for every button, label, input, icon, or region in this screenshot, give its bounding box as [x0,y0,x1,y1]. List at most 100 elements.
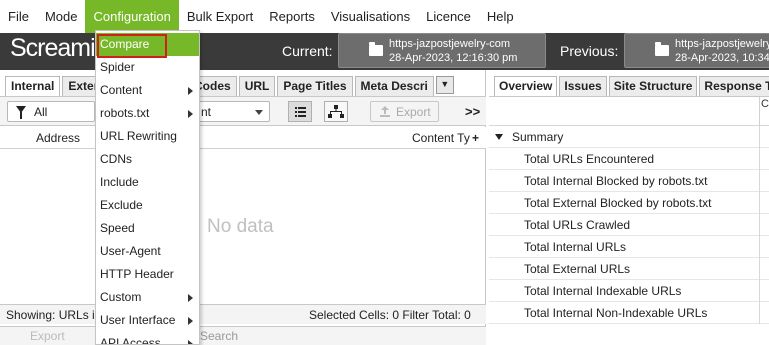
folder-icon [655,42,669,56]
no-data-message: No data [207,216,274,237]
column-divider [759,148,760,170]
menu-item-user-interface[interactable]: User Interface [96,309,199,332]
menu-item-cdns[interactable]: CDNs [96,148,199,171]
menu-bulk-export[interactable]: Bulk Export [179,0,261,33]
menu-item-content[interactable]: Content [96,79,199,102]
right-pane: Overview Issues Site Structure Response … [489,70,769,345]
menu-bar: File Mode Configuration Bulk Export Repo… [0,0,769,33]
tab-response-times[interactable]: Response Tim [699,76,769,96]
left-bottom-bar: Export Search [0,326,486,345]
bottom-search-input[interactable]: Search [200,329,238,343]
export-button[interactable]: Export [370,101,439,122]
menu-item-url-rewriting[interactable]: URL Rewriting [96,125,199,148]
menu-item-user-agent[interactable]: User-Agent [96,240,199,263]
overview-row[interactable]: Total URLs Encountered [489,148,769,170]
previous-crawl-button[interactable]: https-jazpostjewelry-c 28-Apr-2023, 10:3… [624,33,769,68]
add-column-icon[interactable]: + [472,131,479,145]
submenu-arrow-icon [188,317,193,325]
current-crawl-button[interactable]: https-jazpostjewelry-com 28-Apr-2023, 12… [338,33,546,68]
submenu-arrow-icon [188,110,193,118]
overview-group-summary[interactable]: Summary [489,126,769,148]
submenu-arrow-icon [188,340,193,344]
tab-site-structure[interactable]: Site Structure [608,76,698,96]
collapse-arrow-icon [495,134,503,140]
tab-overview[interactable]: Overview [494,76,558,96]
tab-internal[interactable]: Internal [5,76,61,96]
menu-reports[interactable]: Reports [261,0,323,33]
menu-item-label: Include [100,175,139,189]
menu-item-label: Compare [100,37,150,51]
left-pane: Internal Exter ponse Codes URL Page Titl… [0,70,486,345]
menu-item-label: Content [100,83,143,97]
menu-licence[interactable]: Licence [418,0,479,33]
status-showing: Showing: URLs in [6,308,102,322]
list-view-button[interactable] [288,101,312,122]
view-select-value: nt [201,105,212,119]
right-column-fragment: C [759,97,769,127]
overview-row[interactable]: Total Internal Blocked by robots.txt [489,170,769,192]
menu-help[interactable]: Help [479,0,522,33]
overview-row[interactable]: Total Internal URLs [489,236,769,258]
submenu-arrow-icon [188,87,193,95]
overview-row[interactable]: Total External Blocked by robots.txt [489,192,769,214]
tabs-overflow-dropdown[interactable]: ▼ [435,76,454,94]
tab-url[interactable]: URL [238,76,276,96]
tab-external[interactable]: Exter [62,76,99,96]
left-tabs: Internal Exter ponse Codes URL Page Titl… [5,76,454,96]
menu-item-label: Spider [100,60,135,74]
right-column-fragment-label: C [761,98,769,110]
menu-item-exclude[interactable]: Exclude [96,194,199,217]
menu-item-custom[interactable]: Custom [96,286,199,309]
left-status-bar: Showing: URLs in Selected Cells: 0 Filte… [0,304,486,324]
right-column-header: C [489,96,769,127]
column-divider [759,280,760,302]
menu-item-label: Speed [100,221,135,235]
previous-label: Previous: [560,43,619,59]
menu-item-include[interactable]: Include [96,171,199,194]
overview-row[interactable]: Total Internal Non-Indexable URLs [489,302,769,324]
menu-file[interactable]: File [0,0,37,33]
overview-row-label: Total Internal URLs [524,240,627,254]
export-icon [380,106,390,117]
tab-issues[interactable]: Issues [559,76,607,96]
configuration-menu: Compare Spider Content robots.txt URL Re… [95,30,200,345]
menu-mode[interactable]: Mode [37,0,86,33]
menu-item-robots-txt[interactable]: robots.txt [96,102,199,125]
overview-row-label: Total External Blocked by robots.txt [524,196,712,210]
menu-item-label: robots.txt [100,106,150,120]
menu-item-label: URL Rewriting [100,129,177,143]
menu-visualisations[interactable]: Visualisations [323,0,418,33]
view-select[interactable]: nt [196,101,270,122]
overview-row[interactable]: Total External URLs [489,258,769,280]
menu-item-label: Exclude [100,198,143,212]
overview-row-label: Total Internal Indexable URLs [524,284,682,298]
menu-item-label: HTTP Header [100,267,174,281]
current-crawl-date: 28-Apr-2023, 12:16:30 pm [389,52,518,64]
menu-item-spider[interactable]: Spider [96,56,199,79]
more-toolbar-button[interactable]: >> [465,104,480,119]
menu-item-http-header[interactable]: HTTP Header [96,263,199,286]
overview-row-label: Total Internal Non-Indexable URLs [524,306,708,320]
filter-icon [16,106,26,119]
filter-select[interactable]: All [7,101,95,122]
menu-item-api-access[interactable]: API Access [96,332,199,344]
tree-view-button[interactable] [324,101,348,122]
submenu-arrow-icon [188,294,193,302]
column-divider [759,192,760,214]
column-divider [759,126,760,148]
previous-crawl-date: 28-Apr-2023, 10:34 [675,52,769,64]
menu-item-speed[interactable]: Speed [96,217,199,240]
column-divider [759,302,760,324]
menu-configuration[interactable]: Configuration [85,0,179,33]
overview-row[interactable]: Total URLs Crawled [489,214,769,236]
tab-meta-description[interactable]: Meta Descri [354,76,434,96]
column-address[interactable]: Address [36,131,80,145]
overview-row[interactable]: Total Internal Indexable URLs [489,280,769,302]
tab-page-titles[interactable]: Page Titles [277,76,353,96]
menu-item-compare[interactable]: Compare [96,33,199,58]
column-content-type[interactable]: Content Ty [412,131,470,145]
chevron-down-icon [255,110,263,115]
menu-item-label: User-Agent [100,244,161,258]
tree-icon [328,105,344,118]
bottom-export-button[interactable]: Export [30,329,65,343]
